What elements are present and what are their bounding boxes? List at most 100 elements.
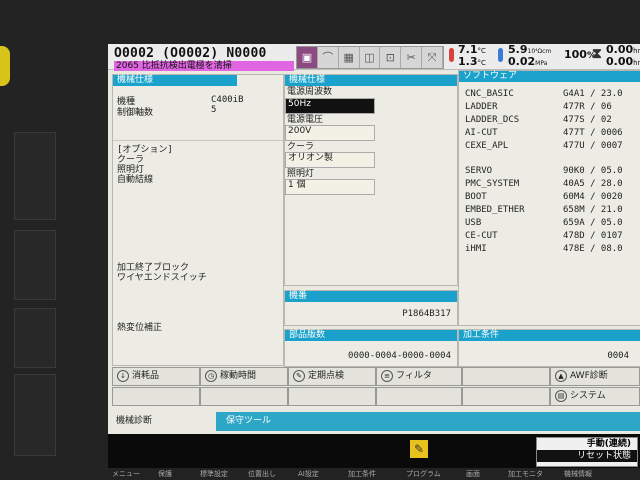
- thermometer-icon: [449, 48, 454, 62]
- light-field[interactable]: 1 個: [285, 179, 375, 195]
- software-panel: ソフトウェア CNC_BASIC G4A1 / 23.0 LADDER 477R / …: [458, 70, 640, 326]
- menu-item[interactable]: 加工条件: [348, 468, 376, 480]
- voltage-field[interactable]: 200V: [285, 125, 375, 141]
- resist-icon: [498, 48, 503, 62]
- cnc-screen: O0002 (O0002) N0000 2065 比抵抗検出電極を清掃 ▣ ⌒ …: [108, 44, 640, 480]
- softkey-system[interactable]: ▤ システム: [550, 387, 640, 406]
- wrench-icon: ✎: [293, 369, 305, 382]
- softkey-blank-6[interactable]: [462, 387, 550, 406]
- menu-item[interactable]: 位置出し: [248, 468, 276, 480]
- model-label: 機種: [117, 97, 136, 107]
- option-wire-end: ワイヤエンドスイッチ: [117, 273, 207, 283]
- tab-bar: 機械診断 保守ツール: [108, 412, 640, 431]
- hourglass-icon: ⧗: [592, 46, 602, 62]
- grid-icon[interactable]: ▦: [339, 47, 360, 68]
- software-version: G4A1 / 23.0: [563, 89, 623, 99]
- software-version: 90K0 / 05.0: [563, 166, 623, 176]
- wire-icon[interactable]: ⊡: [380, 47, 402, 68]
- menu-bar: メニュー 保護 標準設定 位置出し AI設定 加工条件 プログラム 画面 加工モ…: [108, 468, 640, 480]
- graph-icon[interactable]: ◫: [360, 47, 381, 68]
- alarm-message[interactable]: 2065 比抵抗検出電極を清掃: [114, 61, 294, 71]
- software-title: ソフトウェア: [459, 71, 640, 82]
- software-name: PMC_SYSTEM: [465, 179, 520, 189]
- machining-value: 0004: [607, 351, 629, 361]
- mode-indicator: 手動(連続) リセット状態: [536, 437, 638, 467]
- softkey-blank-4[interactable]: [288, 387, 376, 406]
- program-number: O0002 (O0002) N0000: [114, 46, 267, 61]
- software-name: iHMI: [465, 244, 487, 254]
- bezel-key-2: [14, 230, 56, 300]
- softkey-blank-5[interactable]: [376, 387, 462, 406]
- software-version: 658M / 21.0: [563, 205, 623, 215]
- stopwatch-icon: ◷: [205, 369, 217, 382]
- softkey-consumables[interactable]: ↓ 消耗品: [112, 367, 200, 386]
- pressure: 0.02MPa: [508, 55, 548, 68]
- softkey-inspection[interactable]: ✎ 定期点検: [288, 367, 376, 386]
- serial-value: P1864B317: [402, 309, 451, 319]
- status-header: O0002 (O0002) N0000 2065 比抵抗検出電極を清掃 ▣ ⌒ …: [108, 44, 640, 71]
- tool-icon[interactable]: ▣: [297, 47, 318, 68]
- menu-item[interactable]: 標準設定: [200, 468, 228, 480]
- parts-panel: 部品版数 0000-0004-0000-0004: [284, 329, 458, 367]
- freq-label: 電源周波数: [287, 87, 333, 97]
- softkey-blank-1[interactable]: [462, 367, 550, 386]
- mode-line2: リセット状態: [537, 450, 637, 462]
- axes-label: 制御軸数: [117, 108, 154, 118]
- software-version: 60M4 / 0020: [563, 192, 623, 202]
- softkey-awf[interactable]: ▲ AWF診断: [550, 367, 640, 386]
- software-name: EMBED_ETHER: [465, 205, 525, 215]
- softkey-operating-time[interactable]: ◷ 稼動時間: [200, 367, 288, 386]
- software-version: 659A / 05.0: [563, 218, 623, 228]
- bottom-status-bar: ✎ 手動(連続) リセット状態: [108, 434, 640, 468]
- menu-item[interactable]: AI設定: [298, 468, 319, 480]
- machine-spec-panel: 機械仕様 機種 C400iB 制御軸数 5 [オプション] クーラ 照明灯 自動…: [112, 74, 284, 366]
- timer-bottom: 0.00hr: [606, 55, 640, 68]
- parts-value: 0000-0004-0000-0004: [348, 351, 451, 361]
- download-icon: ↓: [117, 369, 129, 382]
- option-end-block: 加工終了ブロック: [117, 263, 190, 273]
- software-name: LADDER: [465, 102, 498, 112]
- option-light: 照明灯: [117, 165, 145, 175]
- serial-panel: 機番 P1864B317: [284, 290, 458, 326]
- machine-spec2-panel: 機械仕様 電源周波数 50Hz 電源電圧 200V クーラ オリオン製 照明灯 …: [284, 74, 458, 286]
- menu-item[interactable]: 機械情報: [564, 468, 592, 480]
- freq-field[interactable]: 50Hz: [285, 98, 375, 114]
- softkey-blank-2[interactable]: [112, 387, 200, 406]
- menu-item[interactable]: 画面: [466, 468, 480, 480]
- axes-value: 5: [211, 105, 217, 115]
- xy-icon[interactable]: ⤧: [422, 47, 444, 68]
- serial-title: 機番: [285, 291, 457, 302]
- softkey-filter[interactable]: ≡ フィルタ: [376, 367, 462, 386]
- option-cooler: クーラ: [117, 155, 145, 165]
- machine-spec2-title: 機械仕様: [285, 75, 457, 86]
- mode-line1: 手動(連続): [586, 439, 631, 449]
- menu-item[interactable]: メニュー: [112, 468, 140, 480]
- system-icon: ▤: [555, 389, 567, 402]
- model-value: C400iB: [211, 95, 244, 105]
- tab-machine-diagnosis[interactable]: 機械診断: [108, 412, 216, 431]
- cooler-field[interactable]: オリオン製: [285, 152, 375, 168]
- tab-maintenance-tools[interactable]: 保守ツール: [218, 412, 326, 431]
- softkey-blank-3[interactable]: [200, 387, 288, 406]
- software-name: SERVO: [465, 166, 493, 176]
- software-version: 478D / 0107: [563, 231, 623, 241]
- menu-item[interactable]: プログラム: [406, 468, 441, 480]
- software-name: USB: [465, 218, 482, 228]
- shape-icon[interactable]: ⌒: [318, 47, 339, 68]
- software-version: 40A5 / 28.0: [563, 179, 623, 189]
- machine-spec-title: 機械仕様: [113, 75, 237, 86]
- software-version: 477S / 02: [563, 115, 612, 125]
- menu-item[interactable]: 保護: [158, 468, 172, 480]
- software-name: BOOT: [465, 192, 487, 202]
- machining-title: 加工条件: [459, 330, 640, 341]
- software-version: 478E / 08.0: [563, 244, 623, 254]
- awf-icon: ▲: [555, 369, 567, 382]
- software-name: AI-CUT: [465, 128, 498, 138]
- menu-item[interactable]: 加工モニタ: [508, 468, 543, 480]
- scissors-icon[interactable]: ✂: [401, 47, 423, 68]
- bezel-key-3: [14, 308, 56, 368]
- parts-title: 部品版数: [285, 330, 457, 341]
- pencil-icon[interactable]: ✎: [410, 440, 428, 458]
- bezel-key-4: [14, 374, 56, 456]
- software-version: 477R / 06: [563, 102, 612, 112]
